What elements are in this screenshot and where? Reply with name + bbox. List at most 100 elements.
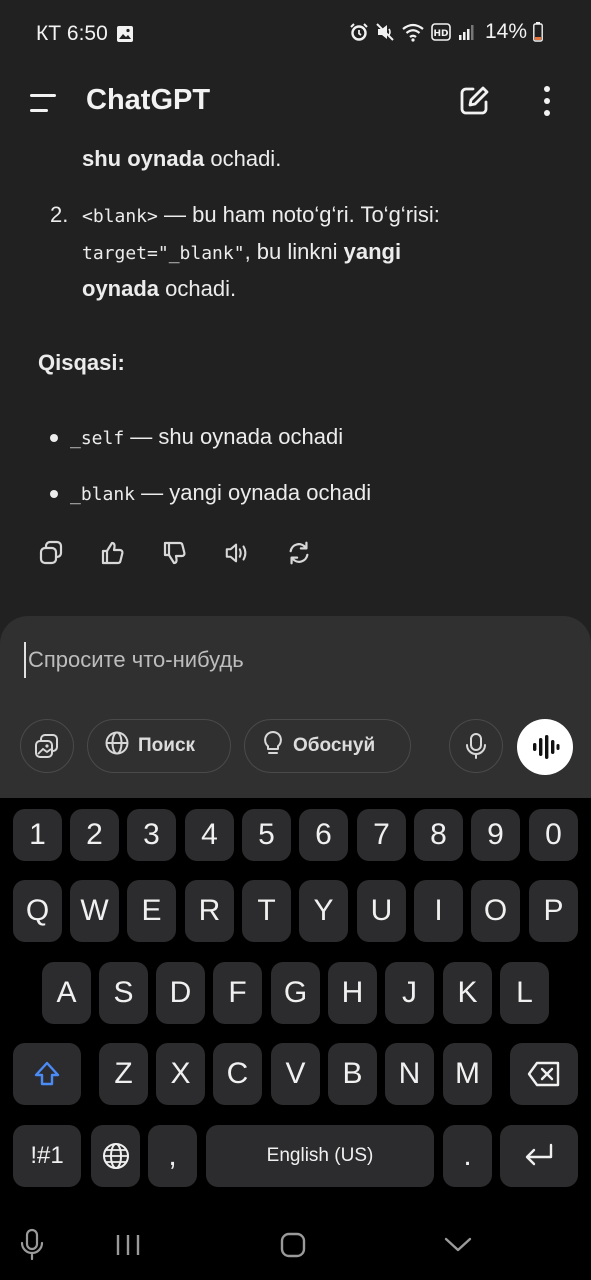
new-chat-icon[interactable] [457, 84, 491, 123]
key[interactable]: L [500, 962, 549, 1024]
message-bold-text: yangi [343, 239, 402, 264]
attach-image-button[interactable] [20, 719, 74, 773]
keyboard-mic-icon[interactable] [20, 1228, 44, 1267]
signal-icon [457, 23, 475, 41]
system-nav-bar [0, 1210, 591, 1280]
key[interactable]: I [414, 880, 463, 942]
message-bold-text: shu oynada [82, 146, 205, 171]
regenerate-icon[interactable] [286, 538, 312, 568]
space-key[interactable]: English (US) [206, 1125, 434, 1187]
key[interactable]: N [385, 1043, 434, 1105]
key[interactable]: T [242, 880, 291, 942]
globe-icon [102, 1143, 129, 1169]
key[interactable]: P [529, 880, 578, 942]
key[interactable]: 8 [414, 809, 463, 861]
key[interactable]: H [328, 962, 377, 1024]
key[interactable]: R [185, 880, 234, 942]
key[interactable]: F [213, 962, 262, 1024]
key[interactable]: 9 [471, 809, 520, 861]
voice-mode-button[interactable] [517, 719, 573, 775]
backspace-icon [527, 1061, 560, 1087]
svg-text:HD: HD [433, 29, 448, 39]
thumbs-up-icon[interactable] [100, 538, 126, 568]
message-line: shu oynada ochadi. [82, 140, 281, 177]
key[interactable]: A [42, 962, 91, 1024]
shift-key[interactable] [13, 1043, 81, 1105]
key[interactable]: 0 [529, 809, 578, 861]
reason-button[interactable]: Обоснуй [244, 719, 411, 773]
key[interactable]: C [213, 1043, 262, 1105]
key[interactable]: Y [299, 880, 348, 942]
key[interactable]: Z [99, 1043, 148, 1105]
shift-icon [34, 1061, 60, 1086]
globe-icon [104, 730, 130, 762]
key[interactable]: 1 [13, 809, 62, 861]
inline-code: _blank [70, 484, 136, 505]
key[interactable]: B [328, 1043, 377, 1105]
status-icons: HD 14% [349, 20, 543, 44]
list-number: 2. [50, 202, 69, 227]
enter-key[interactable] [500, 1125, 578, 1187]
search-label: Поиск [138, 735, 196, 756]
key[interactable]: 6 [299, 809, 348, 861]
battery-percent: 14% [484, 20, 527, 43]
more-icon[interactable] [540, 84, 554, 123]
key[interactable]: S [99, 962, 148, 1024]
search-button[interactable]: Поиск [87, 719, 231, 773]
symbols-key[interactable]: !#1 [13, 1125, 81, 1187]
keyboard: 1 2 3 4 5 6 7 8 9 0 Q W E R T Y U I O P … [0, 798, 591, 1280]
home-icon[interactable] [280, 1232, 306, 1263]
menu-icon[interactable] [28, 88, 62, 118]
voice-wave-icon [533, 735, 560, 759]
key[interactable]: U [357, 880, 406, 942]
key[interactable]: 4 [185, 809, 234, 861]
period-key[interactable]: . [443, 1125, 492, 1187]
gallery-icon [116, 25, 134, 43]
images-icon [35, 734, 58, 758]
copy-icon[interactable] [38, 538, 64, 568]
list-item: _blank — yangi oynada ochadi [70, 474, 371, 513]
key[interactable]: D [156, 962, 205, 1024]
key[interactable]: M [443, 1043, 492, 1105]
message-line: <blank> — bu ham noto‘g‘ri. To‘g‘risi: [82, 196, 440, 235]
backspace-key[interactable] [510, 1043, 578, 1105]
status-bar: КТ 6:50 HD 14% [0, 0, 591, 70]
thumbs-down-icon[interactable] [162, 538, 188, 568]
key[interactable]: 7 [357, 809, 406, 861]
key[interactable]: J [385, 962, 434, 1024]
key[interactable]: W [70, 880, 119, 942]
key[interactable]: 5 [242, 809, 291, 861]
key[interactable]: Q [13, 880, 62, 942]
key[interactable]: E [127, 880, 176, 942]
message-input[interactable]: Спросите что-нибудь [24, 642, 568, 678]
message-actions [38, 538, 312, 568]
message-text: — yangi oynada ochadi [135, 480, 372, 505]
key[interactable]: G [271, 962, 320, 1024]
enter-icon [525, 1143, 553, 1166]
read-aloud-icon[interactable] [224, 538, 250, 568]
alarm-icon [349, 22, 369, 42]
bullet-dot [50, 490, 58, 498]
key[interactable]: 3 [127, 809, 176, 861]
hd-icon: HD [431, 23, 451, 41]
message-text: ochadi. [159, 276, 237, 301]
inline-code: _self [70, 428, 125, 449]
summary-heading: Qisqasi: [38, 350, 125, 375]
battery-icon [533, 22, 543, 42]
microphone-icon [466, 733, 486, 759]
key[interactable]: K [443, 962, 492, 1024]
dictate-button[interactable] [449, 719, 503, 773]
key[interactable]: V [271, 1043, 320, 1105]
app-title: ChatGPT [86, 84, 211, 116]
hide-keyboard-icon[interactable] [444, 1236, 472, 1259]
key[interactable]: X [156, 1043, 205, 1105]
recent-apps-icon[interactable] [115, 1232, 141, 1263]
key[interactable]: 2 [70, 809, 119, 861]
key[interactable]: O [471, 880, 520, 942]
bullet-dot [50, 434, 58, 442]
wifi-icon [401, 22, 425, 42]
comma-key[interactable]: , [148, 1125, 197, 1187]
language-key[interactable] [91, 1125, 140, 1187]
message-bold-text: oynada [82, 276, 160, 301]
status-time-group: КТ 6:50 [36, 22, 134, 46]
